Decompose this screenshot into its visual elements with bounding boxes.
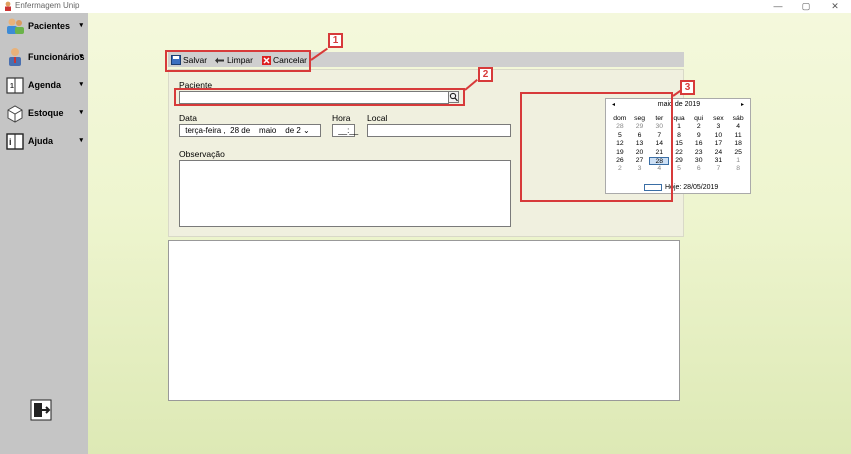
calendar-day[interactable]: 16	[689, 140, 709, 148]
maximize-button[interactable]: ▢	[793, 0, 819, 13]
calendar-day[interactable]: 30	[689, 157, 709, 165]
patients-icon	[7, 18, 24, 34]
callout-patient-box	[174, 88, 465, 106]
minimize-button[interactable]: —	[765, 0, 791, 13]
sidebar: Pacientes ▾ Funcionários ▾ 1 Agenda ▾ Es…	[0, 13, 88, 454]
title-bar: Enfermagem Unip — ▢ ✕	[0, 0, 851, 13]
calendar-next-button[interactable]: ▸	[741, 101, 744, 108]
callout-badge-1: 1	[328, 33, 343, 48]
sidebar-item-funcionarios[interactable]: Funcionários ▾	[2, 44, 86, 70]
sidebar-item-agenda[interactable]: 1 Agenda ▾	[2, 72, 86, 98]
chevron-down-icon: ▾	[79, 109, 83, 116]
calendar-day[interactable]: 11	[728, 132, 748, 140]
hour-input[interactable]: __:__	[332, 124, 358, 137]
appointments-list[interactable]	[168, 240, 680, 401]
svg-text:1: 1	[10, 83, 14, 90]
sidebar-item-label: Pacientes	[28, 21, 71, 31]
callout-calendar-box	[520, 92, 673, 202]
chevron-down-icon: ▾	[79, 137, 83, 144]
app-icon	[5, 1, 11, 11]
date-picker[interactable]: terça-feira , 28 de maio de 2 ⌄	[179, 124, 321, 137]
sidebar-item-label: Agenda	[28, 80, 62, 90]
calendar-day[interactable]: 1	[728, 157, 748, 165]
sidebar-item-estoque[interactable]: Estoque ▾	[2, 100, 86, 126]
calendar-weekday: sáb	[732, 115, 744, 122]
calendar-day[interactable]: 6	[689, 165, 709, 173]
calendar-weekday: sex	[713, 115, 724, 122]
calendar-day[interactable]: 17	[709, 140, 729, 148]
date-label: Data	[179, 113, 197, 123]
local-input[interactable]	[367, 124, 511, 137]
callout-badge-2: 2	[478, 67, 493, 82]
sidebar-item-label: Ajuda	[28, 136, 54, 146]
calendar-day[interactable]: 23	[689, 149, 709, 157]
callout-badge-3: 3	[680, 80, 695, 95]
calendar-day[interactable]: 9	[689, 132, 709, 140]
sidebar-item-pacientes[interactable]: Pacientes ▾	[2, 13, 86, 39]
calendar-day[interactable]: 24	[709, 149, 729, 157]
chevron-down-icon: ▾	[79, 81, 83, 88]
calendar-day[interactable]: 8	[728, 165, 748, 173]
calendar-weekday: qui	[694, 115, 704, 122]
calendar-day[interactable]: 10	[709, 132, 729, 140]
hour-label: Hora	[332, 113, 351, 123]
chevron-down-icon: ▾	[79, 22, 83, 29]
chevron-down-icon: ▾	[79, 53, 83, 60]
calendar-day[interactable]: 25	[728, 149, 748, 157]
window-title: Enfermagem Unip	[15, 1, 80, 10]
calendar-day[interactable]: 4	[728, 123, 748, 131]
svg-text:i: i	[9, 137, 12, 147]
info-book-icon: i	[6, 133, 24, 150]
calendar-book-icon: 1	[6, 77, 24, 94]
notes-label: Observação	[179, 149, 225, 159]
sidebar-item-label: Funcionários	[28, 52, 85, 62]
calendar-day[interactable]: 18	[728, 140, 748, 148]
calendar-day[interactable]: 31	[709, 157, 729, 165]
calendar-day[interactable]: 3	[709, 123, 729, 131]
employees-icon	[9, 48, 21, 66]
calendar-day[interactable]: 7	[709, 165, 729, 173]
notes-textarea[interactable]	[179, 160, 511, 227]
main-area: Salvar Limpar Cancelar Paciente Data ter…	[88, 13, 851, 454]
box-icon	[7, 105, 23, 123]
close-button[interactable]: ✕	[822, 0, 848, 13]
local-label: Local	[367, 113, 388, 123]
exit-door-icon[interactable]	[30, 399, 52, 421]
sidebar-item-ajuda[interactable]: i Ajuda ▾	[2, 128, 86, 154]
sidebar-item-label: Estoque	[28, 108, 64, 118]
calendar-day[interactable]: 2	[689, 123, 709, 131]
callout-toolbar-box	[165, 50, 311, 72]
